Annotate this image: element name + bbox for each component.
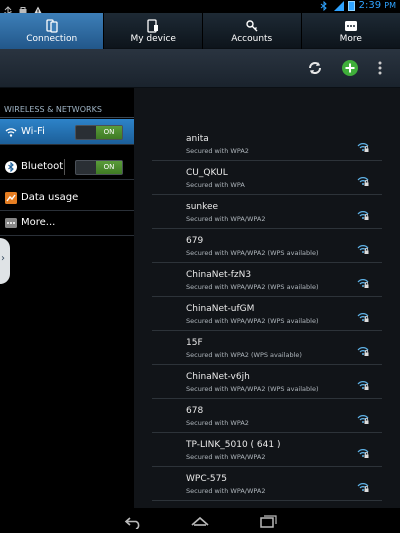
- sidebar-item-bluetooth[interactable]: Bluetoot ON: [0, 154, 134, 180]
- overflow-icon[interactable]: [375, 59, 385, 77]
- tab-label: Connection: [26, 34, 78, 44]
- wifi-network-row[interactable]: CU_QKUL Secured with WPA: [152, 162, 382, 195]
- wifi-network-name: 679: [186, 236, 204, 246]
- sidebar-item-data-usage[interactable]: Data usage: [0, 185, 134, 211]
- wifi-signal-lock-icon: [357, 410, 369, 424]
- wifi-network-security: Secured with WPA/WPA2: [186, 453, 266, 461]
- wifi-network-security: Secured with WPA/WPA2 (WPS available): [186, 317, 319, 325]
- bag-icon: [18, 1, 28, 15]
- sidebar-item-label: Bluetoot: [21, 161, 64, 172]
- wifi-network-name: sunkee: [186, 202, 219, 212]
- wifi-network-name: 15F: [186, 338, 203, 348]
- wifi-icon: [5, 126, 17, 138]
- wifi-network-row[interactable]: WPC-575 Secured with WPA/WPA2: [152, 468, 382, 501]
- clock: 2:39 PM: [358, 0, 396, 11]
- sidebar-item-more[interactable]: More...: [0, 210, 134, 236]
- recent-apps-icon[interactable]: [258, 514, 278, 528]
- home-icon[interactable]: [190, 514, 210, 528]
- wifi-network-security: Secured with WPA2 (WPS available): [186, 351, 302, 359]
- refresh-icon[interactable]: [306, 59, 324, 77]
- wifi-signal-lock-icon: [357, 478, 369, 492]
- toggle-state: ON: [96, 161, 122, 174]
- wifi-network-row[interactable]: ChinaNet-fzN3 Secured with WPA/WPA2 (WPS …: [152, 264, 382, 297]
- wifi-network-list: anita Secured with WPA2 CU_QKUL Secured wit…: [134, 88, 400, 508]
- wifi-network-name: ChinaNet-fzN3: [186, 270, 252, 280]
- warning-icon: [33, 1, 43, 15]
- sidebar-item-label: More...: [21, 217, 56, 228]
- chevron-right-icon: ›: [1, 253, 5, 264]
- key-icon: [245, 18, 259, 32]
- signal-icon: [333, 0, 344, 11]
- wifi-signal-lock-icon: [357, 138, 369, 152]
- wifi-network-security: Secured with WPA2: [186, 419, 249, 427]
- wifi-network-row[interactable]: sunkee Secured with WPA/WPA2: [152, 196, 382, 229]
- wifi-network-row[interactable]: ChinaNet-ufGM Secured with WPA/WPA2 (WPS …: [152, 298, 382, 331]
- data-usage-icon: [5, 192, 17, 204]
- wifi-network-security: Secured with WPA/WPA2 (WPS available): [186, 249, 319, 257]
- wifi-network-row[interactable]: 15F Secured with WPA2 (WPS available): [152, 332, 382, 365]
- wifi-network-security: Secured with WPA: [186, 181, 245, 189]
- wifi-network-security: Secured with WPA/WPA2: [186, 215, 266, 223]
- toggle-state: ON: [96, 126, 122, 139]
- device-icon: [146, 18, 160, 33]
- tab-label: My device: [130, 34, 176, 44]
- wifi-signal-lock-icon: [357, 206, 369, 220]
- bluetooth-icon: [320, 0, 330, 11]
- back-icon[interactable]: [123, 514, 143, 530]
- wifi-network-row[interactable]: TP-LINK_5010 ( 641 ) Secured with WPA/WPA…: [152, 434, 382, 467]
- wifi-network-security: Secured with WPA/WPA2: [186, 487, 266, 495]
- wifi-network-row[interactable]: 678 Secured with WPA2: [152, 400, 382, 433]
- list-header-spacer: [134, 88, 400, 124]
- wifi-network-name: ChinaNet-v6jh: [186, 372, 250, 382]
- wifi-network-security: Secured with WPA2: [186, 147, 249, 155]
- more-icon: [5, 217, 17, 229]
- wifi-network-row[interactable]: 679 Secured with WPA/WPA2 (WPS available): [152, 230, 382, 263]
- connection-icon: [45, 18, 59, 33]
- usb-icon: [3, 1, 13, 15]
- wifi-signal-lock-icon: [357, 342, 369, 356]
- wifi-signal-lock-icon: [357, 444, 369, 458]
- wifi-signal-lock-icon: [357, 240, 369, 254]
- wifi-network-name: CU_QKUL: [186, 168, 228, 178]
- wifi-network-name: 678: [186, 406, 204, 416]
- wifi-signal-lock-icon: [357, 376, 369, 390]
- wifi-toggle[interactable]: ON: [75, 125, 123, 140]
- action-bar: [0, 49, 400, 88]
- bluetooth-toggle[interactable]: ON: [75, 160, 123, 175]
- divider: [64, 159, 65, 175]
- tab-label: Accounts: [231, 34, 273, 44]
- wifi-signal-lock-icon: [357, 274, 369, 288]
- wifi-network-name: TP-LINK_5010 ( 641 ): [186, 440, 281, 450]
- status-bar: 2:39 PM: [0, 0, 400, 15]
- wifi-network-security: Secured with WPA/WPA2 (WPS available): [186, 283, 319, 291]
- grid-icon: [344, 18, 358, 32]
- battery-icon: [347, 0, 355, 11]
- section-header: WIRELESS & NETWORKS: [0, 102, 134, 118]
- tab-my-device[interactable]: My device: [104, 13, 203, 49]
- wifi-network-name: ChinaNet-ufGM: [186, 304, 255, 314]
- tab-accounts[interactable]: Accounts: [203, 13, 302, 49]
- tab-label: More: [339, 34, 362, 44]
- wifi-signal-lock-icon: [357, 172, 369, 186]
- wifi-signal-lock-icon: [357, 308, 369, 322]
- wifi-network-name: anita: [186, 134, 209, 144]
- wifi-network-row[interactable]: ChinaNet-v6jh Secured with WPA/WPA2 (WPS …: [152, 366, 382, 399]
- sidebar-item-label: Wi-Fi: [21, 126, 45, 137]
- add-icon[interactable]: [341, 59, 359, 77]
- top-tab-bar: Connection My device Accounts More: [0, 13, 400, 49]
- wifi-network-security: Secured with WPA/WPA2 (WPS available): [186, 385, 319, 393]
- wifi-network-row[interactable]: anita Secured with WPA2: [152, 128, 382, 161]
- tab-more[interactable]: More: [302, 13, 400, 49]
- wifi-network-name: WPC-575: [186, 474, 228, 484]
- navigation-bar: [0, 508, 400, 533]
- bluetooth-icon: [5, 161, 17, 173]
- tab-connection[interactable]: Connection: [0, 13, 105, 49]
- pane-edge-handle[interactable]: ›: [0, 238, 10, 284]
- sidebar-item-label: Data usage: [21, 192, 79, 203]
- settings-category-pane: WIRELESS & NETWORKS Wi-Fi ON Bluetoot ON…: [0, 88, 134, 508]
- sidebar-item-wifi[interactable]: Wi-Fi ON: [0, 119, 134, 145]
